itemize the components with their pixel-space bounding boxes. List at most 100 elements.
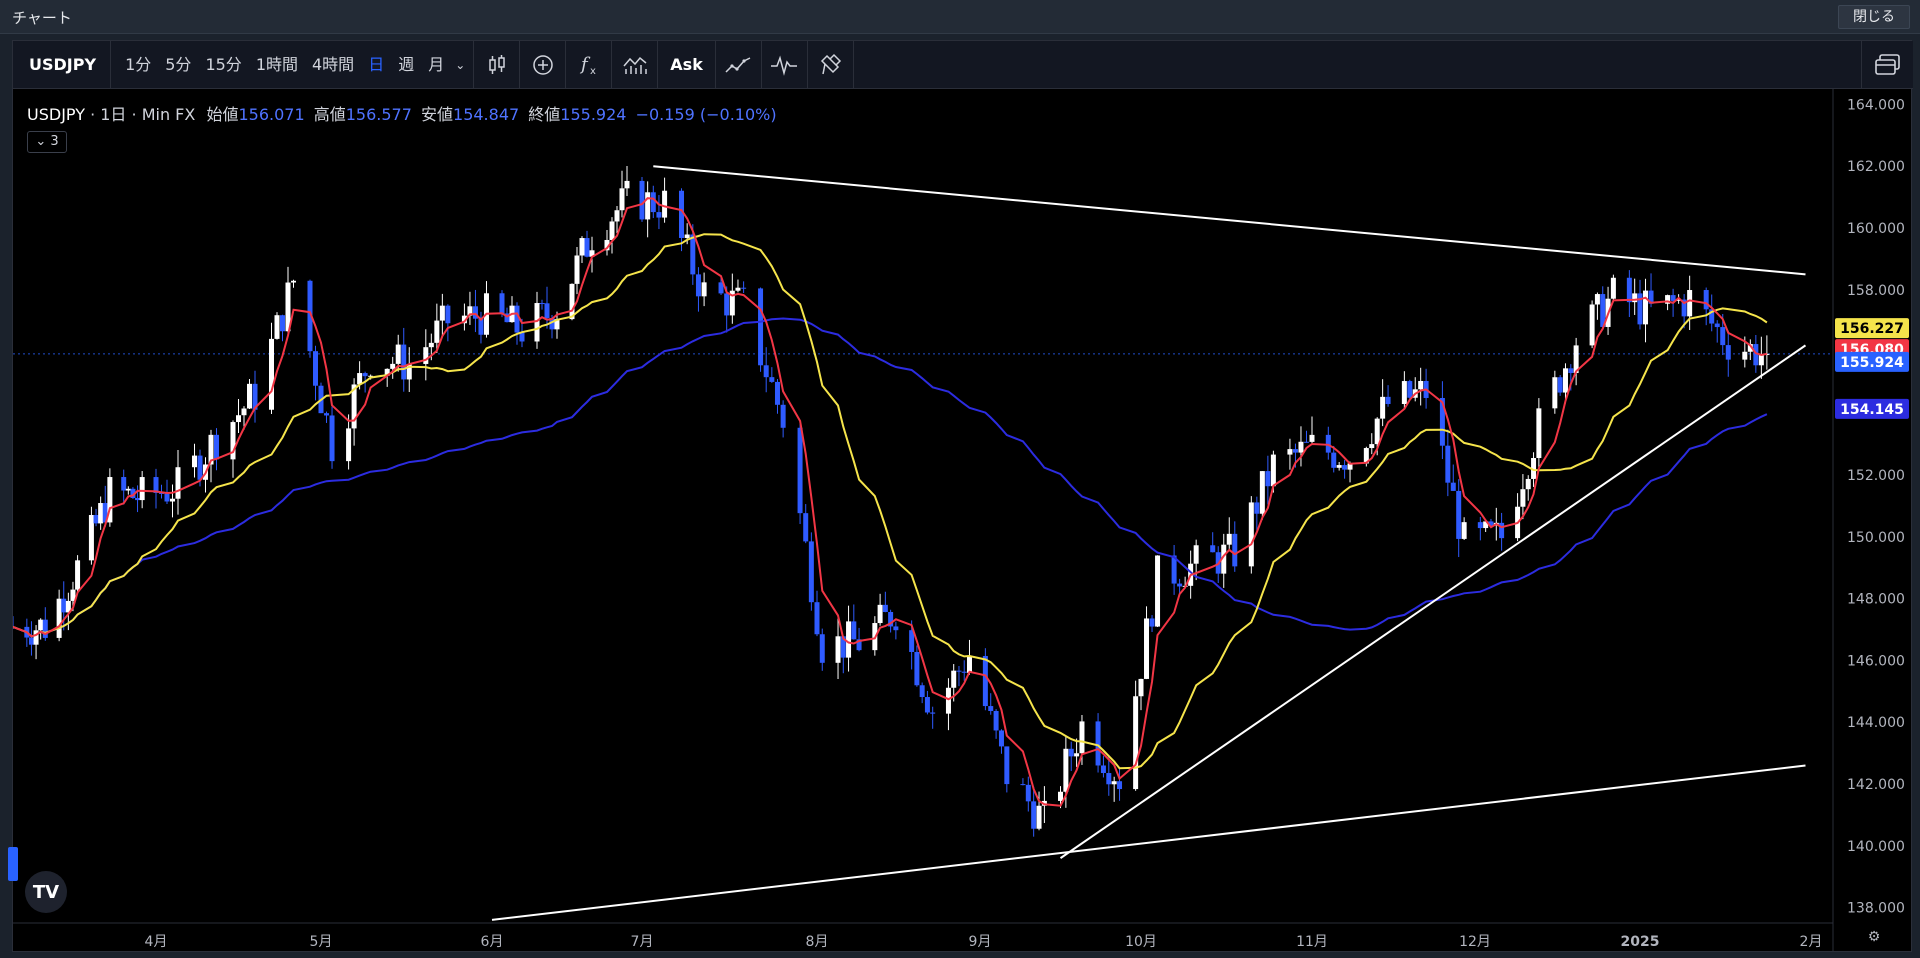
candle-body — [1380, 396, 1386, 419]
candle-body — [579, 238, 585, 256]
candle-body — [1138, 678, 1144, 697]
candle-body — [1477, 522, 1483, 529]
candle-body — [1456, 490, 1462, 539]
close-button[interactable]: 閉じる — [1838, 5, 1910, 29]
candle-body — [75, 560, 81, 590]
candle-body — [1298, 441, 1304, 453]
function-icon[interactable]: fx — [566, 40, 613, 89]
candle-body — [695, 274, 701, 297]
candle-body — [1004, 746, 1010, 785]
candle-body — [539, 303, 545, 305]
candle-body — [1369, 444, 1375, 449]
symbol-search-button[interactable]: USDJPY — [13, 40, 112, 89]
ohlc-legend: USDJPY · 1日 · Min FX 始値156.071 高値156.577… — [27, 101, 777, 125]
compare-icon[interactable] — [716, 40, 762, 89]
chevron-down-icon[interactable]: ⌄ — [451, 41, 473, 89]
time-tick-label: 4月 — [145, 934, 168, 950]
chart-style-icon[interactable] — [612, 40, 659, 89]
candle-body — [197, 455, 203, 480]
candle-body — [609, 221, 615, 240]
candle-body — [1626, 277, 1632, 303]
brush-icon[interactable] — [808, 40, 854, 89]
candle-body — [1568, 368, 1574, 374]
candle-body — [93, 515, 99, 524]
time-tick-label: 2月 — [1800, 934, 1823, 950]
candle-body — [819, 634, 825, 663]
candle-body — [1725, 345, 1731, 360]
chart-frame: USDJPY 1分 5分 15分 1時間 4時間 日 週 月 ⌄ fx Ask — [8, 40, 1913, 952]
layout-icon[interactable] — [1861, 41, 1913, 89]
interval-5m[interactable]: 5分 — [158, 41, 198, 89]
candle-body — [274, 315, 280, 339]
add-indicator-icon[interactable] — [520, 40, 567, 89]
candle-body — [1336, 465, 1342, 468]
close-value: 155.924 — [560, 105, 627, 124]
chart-toolbar: USDJPY 1分 5分 15分 1時間 4時間 日 週 月 ⌄ fx Ask — [13, 40, 1913, 89]
candle-body — [1193, 545, 1199, 564]
high-value: 156.577 — [345, 105, 412, 124]
candle-body — [395, 344, 401, 364]
interval-1d[interactable]: 日 — [361, 41, 391, 89]
interval-15m[interactable]: 15分 — [198, 41, 248, 89]
candles-icon[interactable] — [474, 40, 521, 89]
candle-body — [1331, 452, 1337, 468]
candle-body — [164, 493, 170, 502]
legend-symbol[interactable]: USDJPY — [27, 105, 85, 124]
interval-1h[interactable]: 1時間 — [249, 41, 305, 89]
candle-body — [966, 655, 972, 673]
candle-body — [945, 687, 951, 714]
candle-body — [1552, 377, 1558, 409]
candle-body — [584, 238, 590, 257]
candle-body — [961, 671, 967, 673]
interval-4h[interactable]: 4時間 — [305, 41, 361, 89]
candle-body — [919, 685, 925, 698]
time-tick-label: 8月 — [806, 934, 829, 950]
candle-body — [774, 381, 780, 405]
time-tick-label: 5月 — [310, 934, 333, 950]
legend-dot: · — [131, 105, 142, 124]
candle-body — [1562, 368, 1568, 393]
candle-body — [1610, 277, 1616, 299]
sidebar-toggle-tab[interactable] — [8, 847, 18, 881]
price-label-text: 155.924 — [1840, 355, 1904, 371]
settings-gear-icon[interactable]: ⚙ — [1868, 929, 1881, 945]
candle-body — [893, 626, 899, 631]
candle-body — [1100, 765, 1106, 774]
candle-body — [1117, 781, 1123, 790]
time-tick-label: 9月 — [969, 934, 992, 950]
candle-body — [690, 234, 696, 275]
indicators-collapse-button[interactable]: ⌄ 3 — [27, 131, 67, 153]
candle-body — [98, 503, 104, 524]
candle-body — [619, 188, 625, 211]
candle-body — [236, 415, 241, 423]
price-tick-label: 150.000 — [1847, 530, 1905, 546]
candle-body — [993, 710, 999, 731]
price-chart[interactable]: 164.000162.000160.000158.000156.000154.0… — [13, 89, 1911, 951]
candle-body — [1643, 290, 1649, 325]
candle-body — [1025, 784, 1031, 802]
candle-body — [1536, 408, 1542, 459]
chart-background — [13, 89, 1911, 951]
candle-body — [390, 363, 396, 369]
interval-1w[interactable]: 週 — [391, 41, 421, 89]
indicator-template-icon[interactable] — [762, 40, 808, 89]
interval-1mo[interactable]: 月 — [421, 41, 451, 89]
candle-body — [1407, 381, 1413, 398]
price-tick-label: 152.000 — [1847, 468, 1905, 484]
candle-body — [1095, 721, 1101, 766]
interval-1m[interactable]: 1分 — [111, 41, 158, 89]
low-label: 安値 — [421, 105, 454, 124]
candle-body — [882, 604, 888, 612]
candle-body — [1210, 545, 1216, 553]
candle-body — [1385, 396, 1391, 405]
candle-body — [514, 305, 520, 333]
candle-body — [313, 351, 318, 386]
candle-body — [362, 373, 368, 377]
candle-body — [1031, 801, 1037, 829]
tradingview-logo-icon[interactable]: TV — [25, 871, 67, 913]
ask-toggle[interactable]: Ask — [658, 40, 716, 89]
candle-body — [1068, 748, 1074, 757]
price-tick-label: 162.000 — [1847, 159, 1905, 175]
candle-body — [434, 320, 440, 343]
candle-body — [1155, 555, 1161, 627]
